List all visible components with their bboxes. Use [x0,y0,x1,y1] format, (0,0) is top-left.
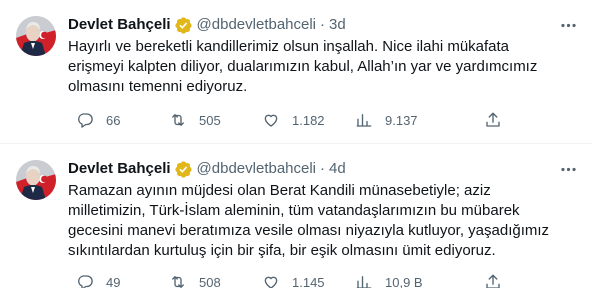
like-button[interactable]: 1.145 [262,272,325,288]
reply-count: 66 [106,112,121,128]
tweet-actions: 49 508 1.145 10,9 B [68,272,573,288]
tweet-text-line: olmasını temenni ediyoruz. [68,78,248,95]
share-button[interactable] [484,272,502,288]
author-handle[interactable]: @dbdevletbahceli [197,159,316,179]
views-button[interactable]: 10,9 B [355,272,423,288]
author-name[interactable]: Devlet Bahçeli [68,15,171,35]
view-count: 9.137 [385,112,418,128]
tweet-text-line: erişmeyi kalpten diliyor, dualarımızın k… [68,58,538,75]
verified-badge-icon [174,16,193,35]
reply-icon [78,113,93,128]
tweet[interactable]: Devlet Bahçeli @dbdevletbahceli · 3d Hay… [0,0,592,144]
views-icon [356,276,372,288]
retweet-count: 505 [199,112,221,128]
like-count: 1.145 [292,274,325,288]
reply-count: 49 [106,274,121,288]
reply-button[interactable]: 49 [76,272,120,288]
timestamp[interactable]: 3d [329,15,346,35]
view-count: 10,9 B [385,274,423,288]
verified-badge-icon [174,160,193,179]
retweet-icon [172,276,184,288]
like-button[interactable]: 1.182 [262,110,325,130]
tweet-actions: 66 505 1.182 9.137 [68,110,573,130]
tweet-text-line: gecesini manevi beratımıza vesile olması… [68,222,550,239]
tweet-text-line: Hayırlı ve bereketli kandillerimiz olsun… [68,38,510,55]
retweet-button[interactable]: 505 [169,110,221,130]
tweet-text: Ramazan ayının müjdesi olan Berat Kandil… [68,181,573,261]
avatar[interactable] [16,160,56,200]
like-count: 1.182 [292,112,325,128]
author-handle[interactable]: @dbdevletbahceli [197,15,316,35]
share-icon [486,274,500,288]
reply-icon [78,275,93,288]
tweet[interactable]: Devlet Bahçeli @dbdevletbahceli · 4d Ram… [0,144,592,288]
avatar[interactable] [16,16,56,56]
retweet-count: 508 [199,274,221,288]
views-icon [356,114,372,127]
tweet-text-line: Ramazan ayının müjdesi olan Berat Kandil… [68,182,491,199]
tweet-text-line: milletimizin, Türk-İslam aleminin, tüm v… [68,202,520,219]
reply-button[interactable]: 66 [76,110,120,130]
tweet-text-line: sıkıntılardan kurtuluş için bir şifa, bi… [68,242,496,259]
timestamp[interactable]: 4d [329,159,346,179]
more-icon[interactable] [558,15,578,35]
views-button[interactable]: 9.137 [355,110,418,130]
separator-dot: · [320,160,326,177]
like-icon [264,276,278,288]
retweet-button[interactable]: 508 [169,272,221,288]
share-icon [486,112,500,127]
separator-dot: · [320,16,326,33]
share-button[interactable] [484,110,502,130]
tweet-header: Devlet Bahçeli @dbdevletbahceli · 4d [68,159,346,179]
tweet-text: Hayırlı ve bereketli kandillerimiz olsun… [68,37,573,97]
retweet-icon [172,114,184,126]
more-icon[interactable] [558,159,578,179]
author-name[interactable]: Devlet Bahçeli [68,159,171,179]
like-icon [264,114,278,127]
tweet-header: Devlet Bahçeli @dbdevletbahceli · 3d [68,15,346,35]
